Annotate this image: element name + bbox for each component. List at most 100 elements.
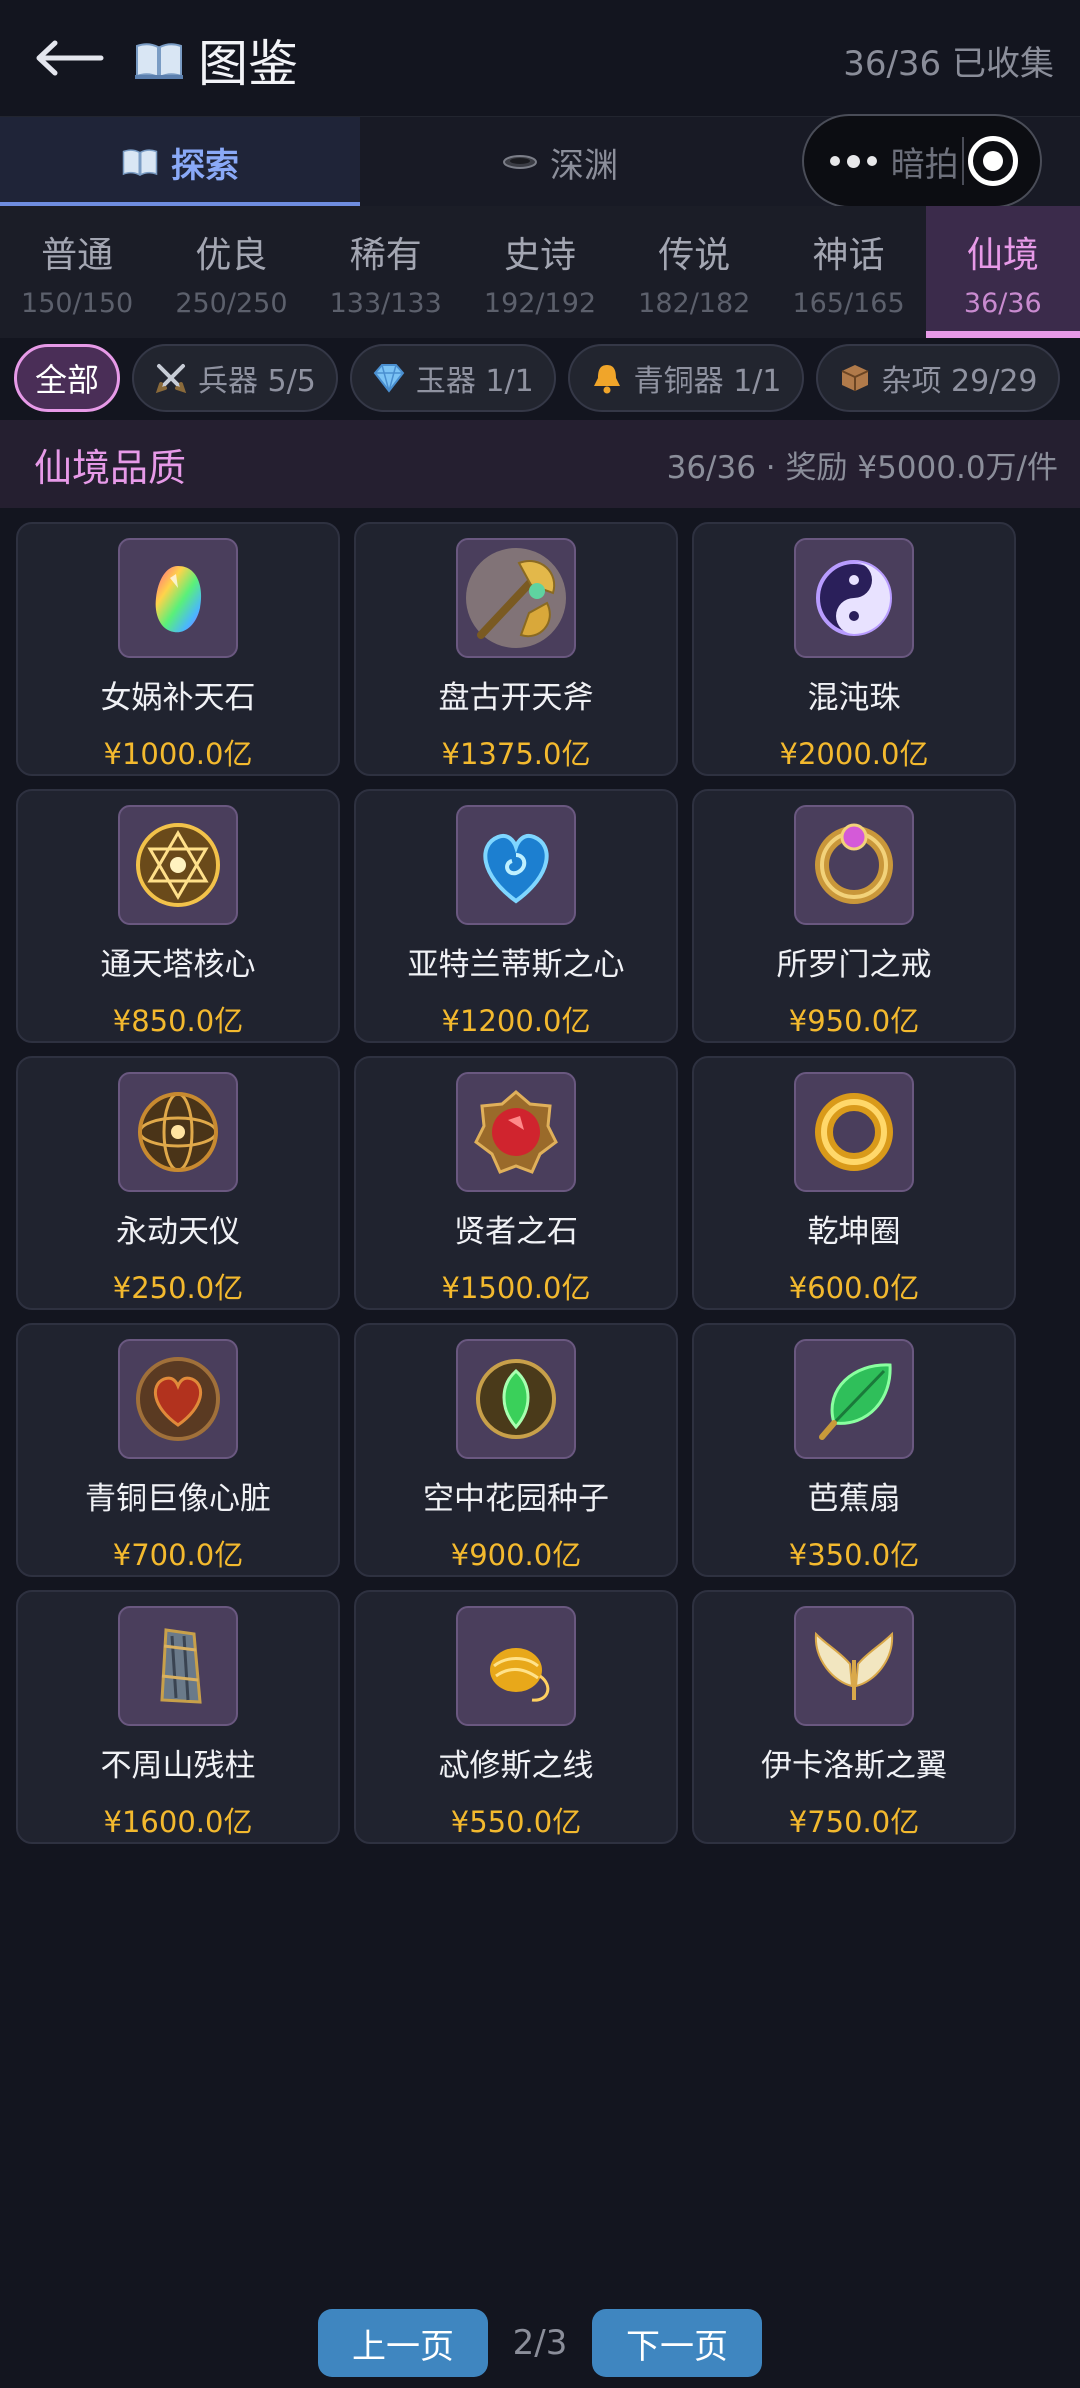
rarity-name: 神话 bbox=[812, 234, 885, 276]
item-price: ¥700.0亿 bbox=[112, 1538, 244, 1572]
chip-misc[interactable]: 杂项 29/29 bbox=[815, 344, 1060, 412]
rarity-name: 传说 bbox=[658, 234, 731, 276]
item-card[interactable]: 通天塔核心 ¥850.0亿 bbox=[16, 789, 340, 1043]
target-icon[interactable] bbox=[967, 136, 1018, 186]
chip-label: 玉器 1/1 bbox=[415, 364, 534, 399]
item-name: 贤者之石 bbox=[454, 1214, 578, 1250]
rarity-tab-wonderland[interactable]: 仙境 36/36 bbox=[925, 206, 1080, 338]
section-header: 仙境品质 36/36 · 奖励 ¥5000.0万/件 bbox=[0, 420, 1080, 508]
rarity-name: 优良 bbox=[195, 234, 268, 276]
item-card[interactable]: 混沌珠 ¥2000.0亿 bbox=[692, 522, 1016, 776]
miniprogram-capsule: 暗拍 bbox=[802, 114, 1042, 208]
abyss-disc-icon bbox=[503, 155, 537, 169]
header: 图鉴 36/36 已收集 bbox=[0, 0, 1080, 116]
item-card[interactable]: 贤者之石 ¥1500.0亿 bbox=[354, 1056, 678, 1310]
rarity-tab-rare[interactable]: 稀有 133/133 bbox=[309, 206, 463, 338]
rarity-tabs: 普通 150/150 优良 250/250 稀有 133/133 史诗 192/… bbox=[0, 206, 1080, 338]
item-card[interactable]: 青铜巨像心脏 ¥700.0亿 bbox=[16, 1323, 340, 1577]
item-name: 乾坤圈 bbox=[807, 1214, 901, 1250]
item-price: ¥1000.0亿 bbox=[103, 737, 253, 771]
rarity-count: 133/133 bbox=[329, 287, 442, 319]
yin-yang-orb-icon bbox=[794, 538, 914, 658]
item-price: ¥850.0亿 bbox=[112, 1004, 244, 1038]
tab-abyss[interactable]: 深渊 bbox=[360, 117, 760, 207]
page-indicator: 2/3 bbox=[512, 2323, 568, 2363]
item-name: 青铜巨像心脏 bbox=[85, 1481, 271, 1517]
item-card[interactable]: 盘古开天斧 ¥1375.0亿 bbox=[354, 522, 678, 776]
rarity-name: 仙境 bbox=[966, 234, 1039, 276]
chip-jade[interactable]: 玉器 1/1 bbox=[349, 344, 556, 412]
item-price: ¥1375.0亿 bbox=[441, 737, 591, 771]
chip-label: 兵器 5/5 bbox=[198, 364, 316, 399]
item-price: ¥600.0亿 bbox=[788, 1271, 920, 1305]
rarity-count: 250/250 bbox=[175, 287, 288, 319]
item-price: ¥550.0亿 bbox=[450, 1805, 582, 1839]
item-price: ¥900.0亿 bbox=[450, 1538, 582, 1572]
rarity-name: 普通 bbox=[41, 234, 114, 276]
item-price: ¥2000.0亿 bbox=[779, 737, 929, 771]
item-name: 芭蕉扇 bbox=[807, 1481, 901, 1517]
rarity-count: 192/192 bbox=[483, 287, 597, 319]
item-price: ¥250.0亿 bbox=[112, 1271, 244, 1305]
crossed-swords-icon bbox=[154, 361, 188, 395]
item-card[interactable]: 空中花园种子 ¥900.0亿 bbox=[354, 1323, 678, 1577]
back-button[interactable] bbox=[30, 28, 110, 88]
rarity-count: 150/150 bbox=[21, 287, 134, 319]
more-dots-icon[interactable] bbox=[830, 154, 877, 168]
tab-explore-label: 探索 bbox=[171, 145, 239, 186]
tab-explore[interactable]: 探索 bbox=[0, 117, 360, 207]
hexagram-core-icon bbox=[118, 805, 238, 925]
item-card[interactable]: 亚特兰蒂斯之心 ¥1200.0亿 bbox=[354, 789, 678, 1043]
prev-page-button[interactable]: 上一页 bbox=[318, 2309, 488, 2377]
item-price: ¥1500.0亿 bbox=[441, 1271, 591, 1305]
item-card[interactable]: 不周山残柱 ¥1600.0亿 bbox=[16, 1590, 340, 1844]
chip-label: 全部 bbox=[35, 361, 100, 399]
rarity-tab-common[interactable]: 普通 150/150 bbox=[0, 206, 154, 338]
rarity-tab-epic[interactable]: 史诗 192/192 bbox=[463, 206, 617, 338]
item-name: 亚特兰蒂斯之心 bbox=[407, 947, 625, 983]
item-name: 伊卡洛斯之翼 bbox=[761, 1748, 947, 1784]
pillar-icon bbox=[118, 1606, 238, 1726]
armillary-sphere-icon bbox=[118, 1072, 238, 1192]
bronze-heart-icon bbox=[118, 1339, 238, 1459]
box-icon bbox=[838, 361, 872, 395]
gem-icon bbox=[372, 361, 406, 395]
tab-abyss-label: 深渊 bbox=[550, 145, 618, 186]
item-card[interactable]: 忒修斯之线 ¥550.0亿 bbox=[354, 1590, 678, 1844]
chip-all[interactable]: 全部 bbox=[14, 344, 121, 412]
chip-weapons[interactable]: 兵器 5/5 bbox=[132, 344, 338, 412]
chip-label: 杂项 29/29 bbox=[881, 364, 1038, 399]
rarity-tab-good[interactable]: 优良 250/250 bbox=[154, 206, 308, 338]
next-page-button[interactable]: 下一页 bbox=[592, 2309, 762, 2377]
book-icon bbox=[134, 39, 184, 81]
rarity-count: 182/182 bbox=[638, 287, 751, 319]
rarity-tab-myth[interactable]: 神话 165/165 bbox=[771, 206, 925, 338]
bell-icon bbox=[590, 361, 624, 395]
item-name: 忒修斯之线 bbox=[438, 1748, 594, 1784]
red-stone-icon bbox=[456, 1072, 576, 1192]
rarity-tab-legend[interactable]: 传说 182/182 bbox=[617, 206, 771, 338]
item-card[interactable]: 芭蕉扇 ¥350.0亿 bbox=[692, 1323, 1016, 1577]
chip-bronze[interactable]: 青铜器 1/1 bbox=[567, 344, 804, 412]
item-card[interactable]: 女娲补天石 ¥1000.0亿 bbox=[16, 522, 340, 776]
rarity-name: 史诗 bbox=[503, 234, 576, 276]
item-name: 盘古开天斧 bbox=[438, 680, 594, 716]
item-card[interactable]: 所罗门之戒 ¥950.0亿 bbox=[692, 789, 1016, 1043]
golden-thread-icon bbox=[456, 1606, 576, 1726]
title-group: 图鉴 bbox=[134, 24, 298, 96]
category-chips: 全部 兵器 5/5 玉器 1/1 青铜器 1/1 杂项 29/29 bbox=[14, 344, 1060, 418]
item-card[interactable]: 永动天仪 ¥250.0亿 bbox=[16, 1056, 340, 1310]
item-price: ¥950.0亿 bbox=[788, 1004, 920, 1038]
pagination: 上一页 2/3 下一页 bbox=[0, 2308, 1080, 2378]
item-card[interactable]: 伊卡洛斯之翼 ¥750.0亿 bbox=[692, 1590, 1016, 1844]
green-seed-icon bbox=[456, 1339, 576, 1459]
section-title: 仙境品质 bbox=[34, 445, 187, 490]
rarity-count: 165/165 bbox=[792, 287, 905, 319]
ring-icon bbox=[794, 805, 914, 925]
item-name: 混沌珠 bbox=[807, 680, 901, 716]
item-card[interactable]: 乾坤圈 ¥600.0亿 bbox=[692, 1056, 1016, 1310]
rarity-name: 稀有 bbox=[349, 234, 422, 276]
golden-ring-icon bbox=[794, 1072, 914, 1192]
item-price: ¥1600.0亿 bbox=[103, 1805, 253, 1839]
rainbow-stone-icon bbox=[118, 538, 238, 658]
